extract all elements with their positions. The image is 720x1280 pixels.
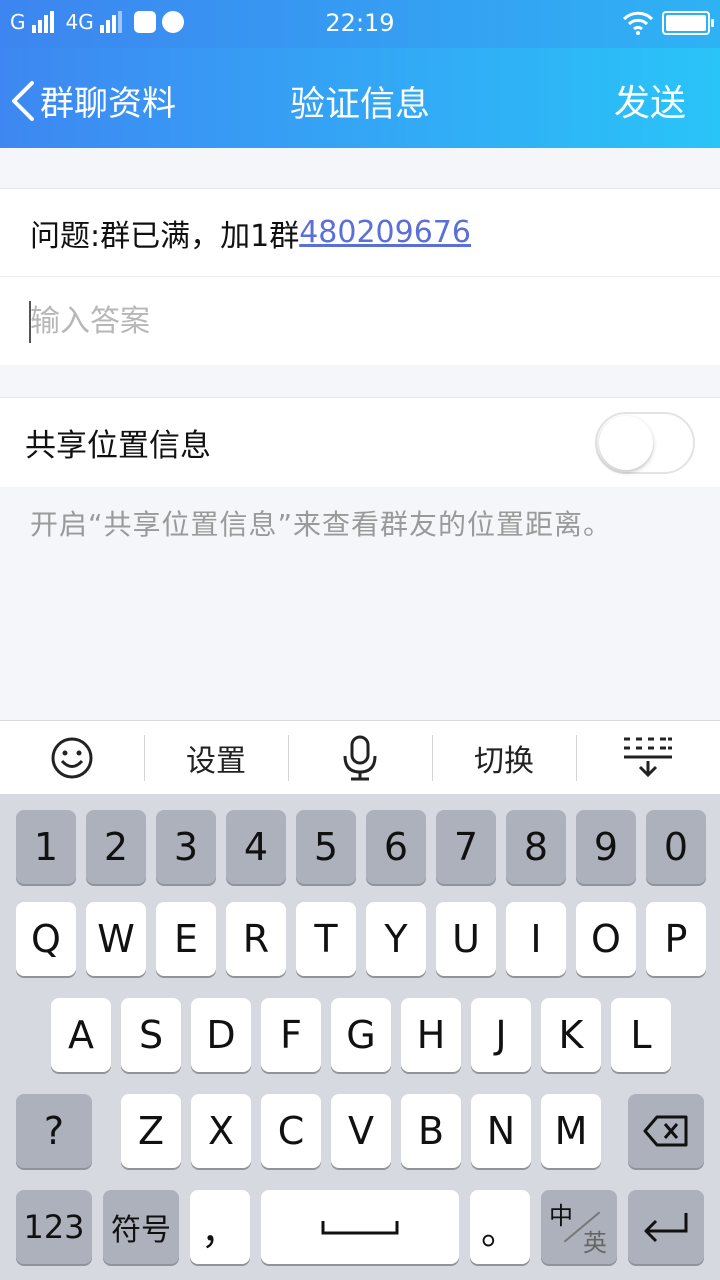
key-h[interactable]: H — [401, 998, 461, 1072]
keyboard-settings-button[interactable]: 设置 — [144, 721, 288, 795]
send-button[interactable]: 发送 — [614, 74, 686, 126]
key-y[interactable]: Y — [366, 902, 426, 976]
key-comma[interactable]: ， — [190, 1190, 250, 1264]
key-a[interactable]: A — [51, 998, 111, 1072]
verification-card: 问题:群已满，加1群 480209676 — [0, 188, 720, 365]
key-p[interactable]: P — [646, 902, 706, 976]
question-row: 问题:群已满，加1群 480209676 — [0, 189, 720, 277]
answer-input[interactable] — [30, 303, 670, 339]
share-location-hint: 开启“共享位置信息”来查看群友的位置距离。 — [30, 508, 613, 541]
status-right — [622, 11, 714, 35]
chevron-left-icon — [12, 80, 34, 121]
key-g[interactable]: G — [331, 998, 391, 1072]
key-i[interactable]: I — [506, 902, 566, 976]
main-content: 问题:群已满，加1群480209676 共享位置信息 开启“共享位置信息”来查看… — [0, 148, 720, 543]
key-q[interactable]: Q — [16, 902, 76, 976]
soft-keyboard: 1 2 3 4 5 6 7 8 9 0 Q W E R T Y U I O P … — [0, 794, 720, 1280]
key-n[interactable]: N — [471, 1094, 531, 1168]
voice-input-button[interactable] — [288, 721, 432, 795]
emoji-button[interactable] — [0, 721, 144, 795]
key-x[interactable]: X — [191, 1094, 251, 1168]
key-t[interactable]: T — [296, 902, 356, 976]
space-key[interactable] — [261, 1190, 459, 1264]
language-toggle-key[interactable]: 中 英 — [541, 1190, 617, 1264]
status-time: 22:19 — [325, 9, 395, 37]
key-3[interactable]: 3 — [156, 810, 216, 884]
key-c[interactable]: C — [261, 1094, 321, 1168]
key-1[interactable]: 1 — [16, 810, 76, 884]
key-123[interactable]: 123 — [16, 1190, 92, 1264]
smiley-icon — [51, 737, 93, 778]
key-period[interactable]: 。 — [470, 1190, 530, 1264]
key-v[interactable]: V — [331, 1094, 391, 1168]
key-w[interactable]: W — [86, 902, 146, 976]
share-location-toggle[interactable] — [595, 411, 695, 474]
spacer — [0, 148, 720, 188]
wifi-icon — [622, 11, 654, 35]
key-symbols[interactable]: 符号 — [103, 1190, 179, 1264]
key-8[interactable]: 8 — [506, 810, 566, 884]
status-bar: G 4G 22:19 — [0, 0, 720, 48]
space-icon — [321, 1221, 399, 1235]
key-5[interactable]: 5 — [296, 810, 356, 884]
key-o[interactable]: O — [576, 902, 636, 976]
key-6[interactable]: 6 — [366, 810, 426, 884]
backspace-icon — [643, 1115, 688, 1147]
key-f[interactable]: F — [261, 998, 321, 1072]
spacer — [0, 365, 720, 397]
key-s[interactable]: S — [121, 998, 181, 1072]
microphone-icon — [343, 735, 377, 780]
battery-icon — [662, 11, 714, 35]
back-label: 群聊资料 — [40, 84, 176, 124]
key-l[interactable]: L — [611, 998, 671, 1072]
zh-label: 中 — [549, 1202, 573, 1230]
back-button[interactable]: 群聊资料 — [8, 76, 176, 125]
key-4[interactable]: 4 — [226, 810, 286, 884]
key-j[interactable]: J — [471, 998, 531, 1072]
collapse-keyboard-button[interactable] — [576, 721, 720, 795]
nav-bar: 群聊资料 验证信息 发送 — [0, 48, 720, 148]
en-label: 英 — [583, 1229, 607, 1257]
return-icon — [644, 1213, 688, 1243]
text-caret — [29, 301, 31, 343]
key-b[interactable]: B — [401, 1094, 461, 1168]
key-d[interactable]: D — [191, 998, 251, 1072]
key-u[interactable]: U — [436, 902, 496, 976]
key-m[interactable]: M — [541, 1094, 601, 1168]
key-z[interactable]: Z — [121, 1094, 181, 1168]
share-location-row: 共享位置信息 — [0, 397, 720, 487]
key-9[interactable]: 9 — [576, 810, 636, 884]
key-k[interactable]: K — [541, 998, 601, 1072]
key-0[interactable]: 0 — [646, 810, 706, 884]
enter-key[interactable] — [628, 1190, 704, 1264]
key-r[interactable]: R — [226, 902, 286, 976]
key-question[interactable]: ? — [16, 1094, 92, 1168]
key-e[interactable]: E — [156, 902, 216, 976]
toggle-knob — [599, 415, 653, 470]
key-2[interactable]: 2 — [86, 810, 146, 884]
backspace-key[interactable] — [628, 1094, 704, 1168]
group-number-link[interactable]: 480209676 — [299, 215, 471, 250]
keyboard-toolbar: 设置 切换 — [0, 720, 720, 794]
share-location-label: 共享位置信息 — [25, 428, 211, 464]
keyboard-collapse-icon — [624, 737, 672, 777]
switch-keyboard-button[interactable]: 切换 — [432, 721, 576, 795]
key-7[interactable]: 7 — [436, 810, 496, 884]
answer-row[interactable] — [0, 277, 720, 365]
question-text: 问题:群已满，加1群 — [30, 218, 300, 254]
